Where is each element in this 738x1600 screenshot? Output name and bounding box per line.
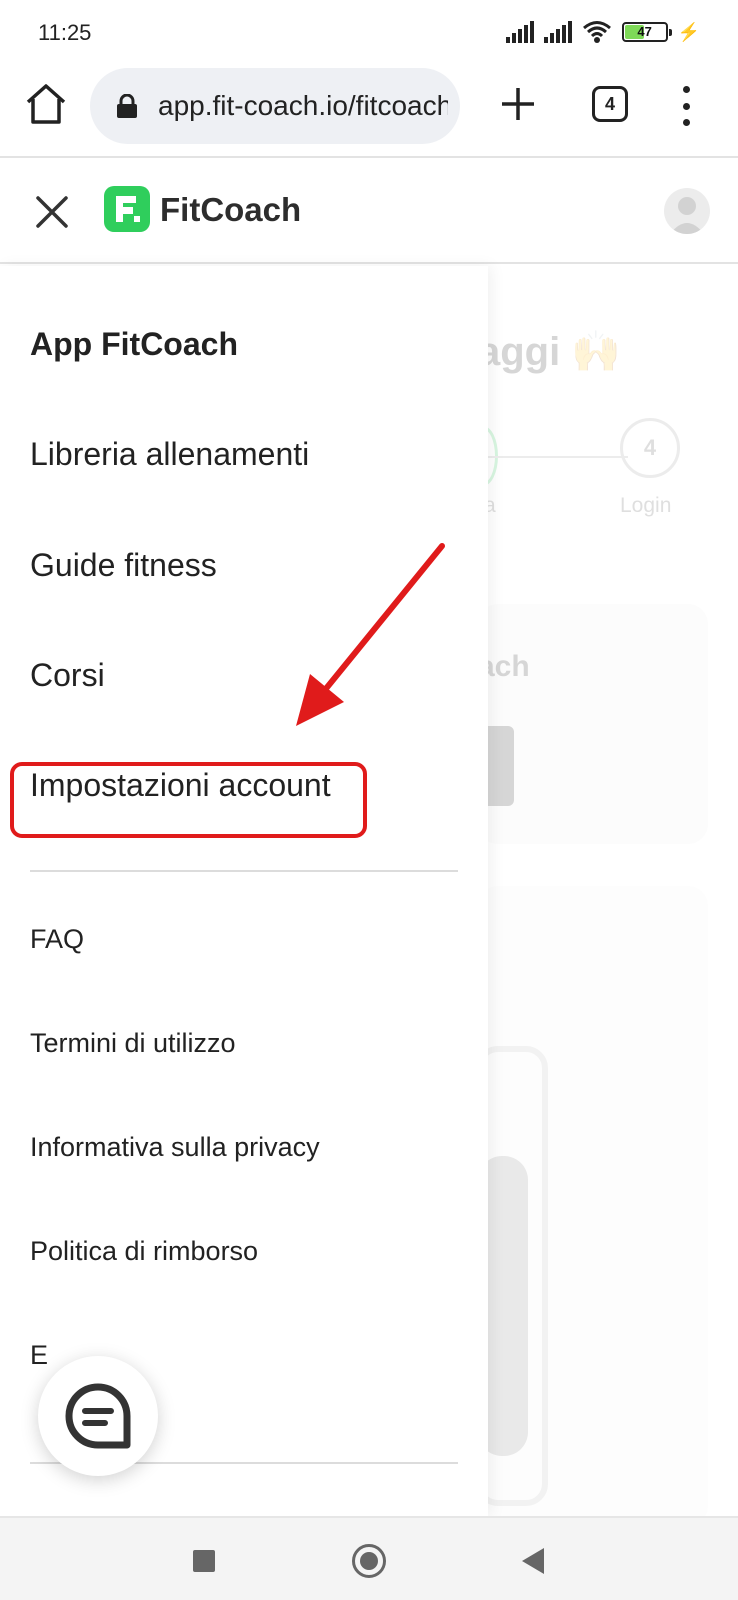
background-page: aggi 🙌 4 a Login ach (488, 266, 738, 1516)
menu-item-courses[interactable]: Corsi (30, 657, 105, 694)
wifi-icon (582, 21, 611, 43)
status-time: 11:25 (38, 20, 92, 45)
system-navigation-bar (0, 1516, 738, 1600)
menu-item-partial[interactable]: E (30, 1340, 48, 1371)
battery-level: 47 (637, 24, 652, 39)
more-options-icon[interactable] (676, 86, 696, 126)
background-step-line (488, 456, 628, 458)
fitcoach-logo-icon (104, 186, 150, 232)
battery-icon: 47 (621, 22, 672, 42)
annotation-arrow (296, 543, 445, 726)
menu-item-faq[interactable]: FAQ (30, 924, 84, 955)
drawer-title[interactable]: App FitCoach (30, 326, 238, 363)
chat-button[interactable] (38, 1356, 158, 1476)
highlight-box (10, 762, 367, 838)
background-card-button (488, 726, 514, 806)
background-card (488, 604, 708, 844)
navigation-drawer: App FitCoach Libreria allenamenti Guide … (0, 266, 488, 1516)
new-tab-icon[interactable] (498, 84, 538, 124)
app-logo-text: FitCoach (160, 191, 302, 228)
background-card-title: ach (488, 650, 530, 683)
back-icon[interactable] (522, 1548, 544, 1574)
background-step-4-label: Login (620, 494, 672, 517)
menu-item-terms[interactable]: Termini di utilizzo (30, 1028, 236, 1059)
background-heading: aggi 🙌 (488, 330, 622, 374)
tab-switcher-button[interactable]: 4 (592, 86, 628, 122)
charging-icon: ⚡ (677, 21, 700, 42)
menu-item-refund-policy[interactable]: Politica di rimborso (30, 1236, 258, 1267)
drawer-divider (30, 870, 458, 872)
avatar[interactable] (664, 188, 710, 234)
menu-item-workout-library[interactable]: Libreria allenamenti (30, 436, 309, 473)
background-step-3-label: a (488, 494, 496, 517)
close-icon[interactable] (32, 192, 72, 232)
browser-toolbar: app.fit-coach.io/fitcoach 4 (0, 62, 738, 158)
menu-item-fitness-guides[interactable]: Guide fitness (30, 547, 217, 584)
menu-item-privacy-policy[interactable]: Informativa sulla privacy (30, 1132, 320, 1163)
background-person-image (488, 1156, 528, 1456)
address-bar[interactable]: app.fit-coach.io/fitcoach (90, 68, 460, 144)
app-header: FitCoach (0, 158, 738, 264)
url-text: app.fit-coach.io/fitcoach (158, 90, 448, 121)
status-bar: 11:25 47 ⚡ (0, 0, 738, 62)
lock-icon (117, 94, 137, 118)
chat-icon (65, 1383, 131, 1449)
signal-icon (505, 21, 534, 43)
background-step-4: 4 (620, 418, 680, 478)
user-icon (670, 197, 704, 234)
status-icons: 47 ⚡ (505, 20, 700, 44)
signal-icon-2 (543, 21, 572, 43)
home-nav-icon[interactable] (352, 1544, 386, 1578)
recent-apps-icon[interactable] (193, 1550, 215, 1572)
home-icon[interactable] (24, 82, 68, 126)
